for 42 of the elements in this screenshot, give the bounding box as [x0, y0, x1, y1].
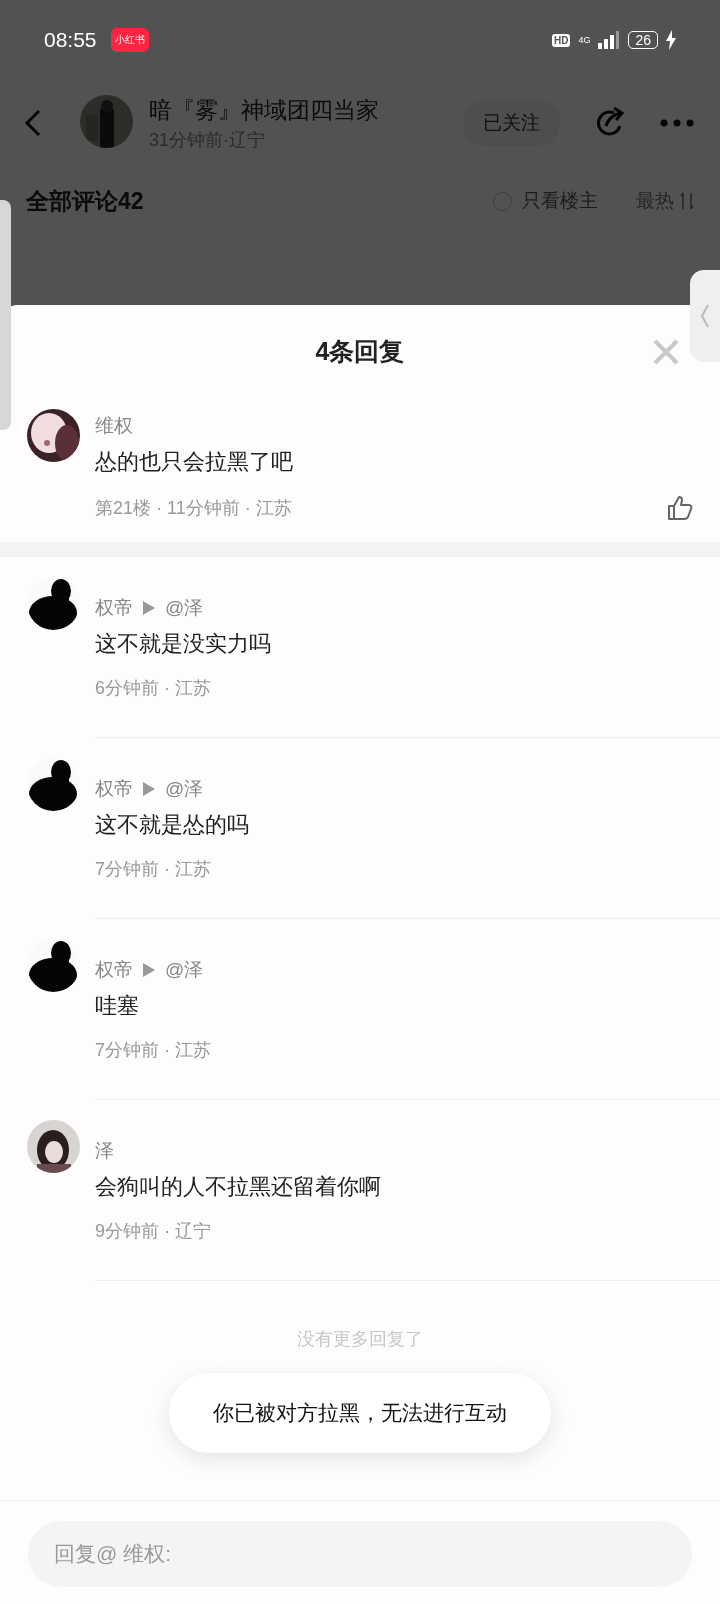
- close-icon: [652, 338, 680, 366]
- signal-icon: [598, 31, 621, 49]
- play-arrow-icon: [143, 601, 155, 615]
- chevron-icon: [700, 303, 710, 329]
- reply-text: 这不就是没实力吗: [95, 630, 272, 658]
- reply-meta: 7分钟前 · 江苏: [95, 1039, 211, 1061]
- sheet-title: 4条回复: [315, 335, 405, 367]
- reply-author: 权帝: [95, 778, 133, 800]
- reply-meta: 9分钟前 · 辽宁: [95, 1220, 211, 1242]
- thumbs-up-icon[interactable]: [667, 495, 693, 521]
- comment-author: 维权: [95, 415, 134, 437]
- reply-text: 这不就是怂的吗: [95, 811, 250, 839]
- status-time: 08:55: [44, 28, 97, 52]
- reply-author: 泽: [95, 1140, 114, 1162]
- side-handle[interactable]: [690, 270, 720, 362]
- close-button[interactable]: [652, 338, 680, 366]
- author-name: 暗『雾』神域团四当家: [149, 95, 379, 125]
- comments-title: 全部评论42: [26, 186, 144, 216]
- hd-indicator: HD: [551, 33, 571, 47]
- reply-target: @泽: [165, 778, 204, 800]
- more-icon[interactable]: [660, 119, 694, 127]
- back-icon[interactable]: [24, 109, 42, 137]
- follow-button[interactable]: 已关注: [463, 100, 560, 146]
- reply-text: 会狗叫的人不拉黑还留着你啊: [95, 1173, 382, 1201]
- reply-author: 权帝: [95, 597, 133, 619]
- play-arrow-icon: [143, 963, 155, 977]
- battery-level: 26: [628, 31, 658, 49]
- toast-message: 你已被对方拉黑，无法进行互动: [169, 1373, 551, 1453]
- charging-icon: [666, 30, 676, 50]
- reply-author: 权帝: [95, 959, 133, 981]
- reply-target: @泽: [165, 597, 204, 619]
- reply-text: 哇塞: [95, 992, 140, 1020]
- reply-meta: 6分钟前 · 江苏: [95, 677, 211, 699]
- comment-meta: 第21楼 · 11分钟前 · 江苏: [95, 497, 292, 519]
- play-arrow-icon: [143, 782, 155, 796]
- app-badge: 小红书: [110, 28, 149, 52]
- reply-target: @泽: [165, 959, 204, 981]
- comment-text: 怂的也只会拉黑了吧: [95, 448, 294, 476]
- reply-meta: 7分钟前 · 江苏: [95, 858, 211, 880]
- sort-icon[interactable]: [680, 191, 694, 211]
- reply-input[interactable]: 回复@ 维权:: [28, 1521, 692, 1587]
- network-label: 4G: [578, 35, 591, 45]
